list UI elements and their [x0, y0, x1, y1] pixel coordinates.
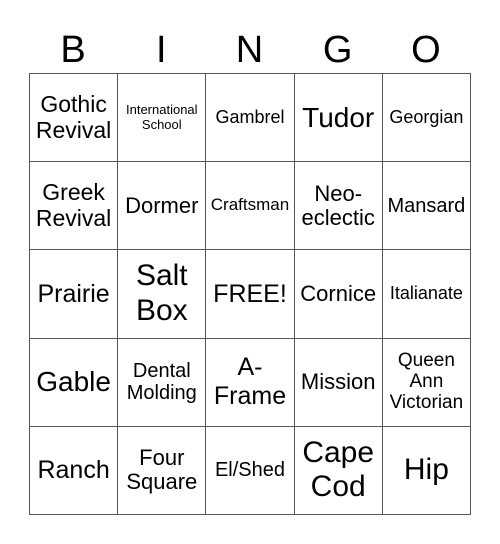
bingo-cell[interactable]: Gambrel	[206, 74, 295, 163]
bingo-cell[interactable]: Dormer	[118, 162, 207, 251]
bingo-cell[interactable]: Dental Molding	[118, 338, 207, 427]
bingo-cell[interactable]: A-Frame	[206, 338, 295, 427]
bingo-cell[interactable]: Neo-eclectic	[294, 162, 383, 251]
bingo-header: B I N G O	[29, 28, 470, 72]
bingo-cell[interactable]: Greek Revival	[30, 162, 119, 251]
header-letter-b: B	[60, 29, 86, 71]
bingo-cell[interactable]: El/Shed	[206, 426, 295, 515]
bingo-cell[interactable]: Gothic Revival	[30, 74, 119, 163]
bingo-cell[interactable]: Craftsman	[206, 162, 295, 251]
bingo-cell[interactable]: International School	[118, 74, 207, 163]
free-space[interactable]: FREE!	[206, 250, 295, 339]
bingo-cell[interactable]: Tudor	[294, 74, 383, 163]
bingo-cell[interactable]: Cornice	[294, 250, 383, 339]
bingo-cell[interactable]: Ranch	[30, 426, 119, 515]
header-letter-n: N	[235, 29, 264, 71]
bingo-cell[interactable]: Queen Ann Victorian	[382, 338, 471, 427]
bingo-cell[interactable]: Salt Box	[118, 250, 207, 339]
header-letter-g: G	[322, 29, 353, 71]
bingo-cell[interactable]: Italianate	[382, 250, 471, 339]
bingo-cell[interactable]: Four Square	[118, 426, 207, 515]
bingo-cell[interactable]: Prairie	[30, 250, 119, 339]
bingo-cell[interactable]: Gable	[30, 338, 119, 427]
bingo-cell[interactable]: Georgian	[382, 74, 471, 163]
bingo-cell[interactable]: Cape Cod	[294, 426, 383, 515]
bingo-cell[interactable]: Hip	[382, 426, 471, 515]
bingo-grid: Gothic Revival International School Gamb…	[29, 73, 471, 515]
bingo-cell[interactable]: Mission	[294, 338, 383, 427]
bingo-cell[interactable]: Mansard	[382, 162, 471, 251]
header-letter-i: I	[156, 29, 167, 71]
header-letter-o: O	[411, 29, 441, 71]
